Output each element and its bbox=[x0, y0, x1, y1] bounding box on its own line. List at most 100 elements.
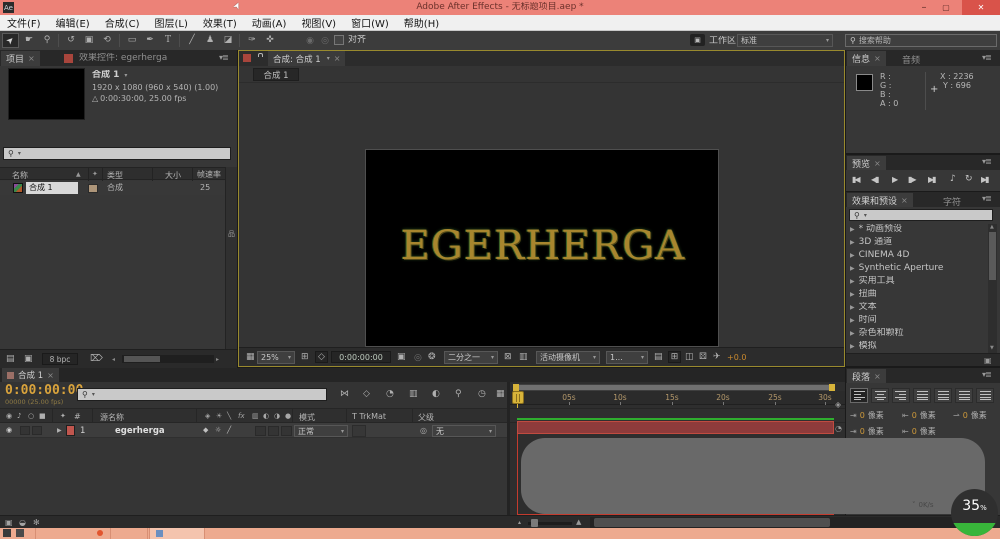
menu-edit[interactable]: 编辑(E) bbox=[56, 15, 90, 30]
parent-pickwhip-icon[interactable]: ◎ bbox=[420, 426, 427, 435]
panel-menu-icon[interactable]: ▾≣ bbox=[982, 194, 992, 203]
layer-color-swatch[interactable] bbox=[66, 425, 75, 436]
column-parent[interactable]: 父级 bbox=[418, 412, 434, 423]
primary-viewer-icon[interactable]: ⊞ bbox=[668, 351, 681, 363]
layer-eye-icon[interactable]: ◉ bbox=[6, 426, 12, 434]
list-item[interactable]: ▶ 扭曲 bbox=[846, 289, 877, 300]
layer-fx-icon[interactable]: ☼ bbox=[215, 426, 221, 434]
camera-dropdown[interactable]: 活动摄像机 ▾ bbox=[536, 351, 600, 364]
camera-tool-icon[interactable]: ▣ bbox=[81, 33, 97, 48]
row-name-cell[interactable]: 合成 1 bbox=[26, 182, 78, 194]
expand-icon[interactable]: ▶ bbox=[850, 330, 855, 337]
layer-stroke-icon[interactable]: ╱ bbox=[227, 426, 231, 434]
close-icon[interactable]: × bbox=[334, 54, 341, 63]
comp-timecode[interactable]: 0:00:00:00 bbox=[331, 351, 391, 363]
view-layout-icon[interactable]: ◫ bbox=[685, 353, 694, 362]
column-size[interactable]: 大小 bbox=[165, 170, 181, 181]
menu-layer[interactable]: 图层(L) bbox=[154, 15, 187, 30]
shield-icon[interactable]: ◈ bbox=[835, 400, 841, 409]
zoom-slider-thumb[interactable] bbox=[531, 519, 538, 527]
space-after-field[interactable]: ⇤ 0 像素 bbox=[902, 426, 936, 437]
scroll-down-icon[interactable]: ▼ bbox=[990, 345, 994, 351]
project-row-comp1[interactable]: 合成 1 合成 25 bbox=[0, 181, 225, 195]
panel-menu-icon[interactable]: ▾≣ bbox=[219, 53, 229, 62]
tab-timeline-comp1[interactable]: 合成 1 × bbox=[2, 368, 59, 382]
region-of-interest-icon[interactable]: ⊠ bbox=[504, 353, 512, 362]
menu-composition[interactable]: 合成(C) bbox=[105, 15, 140, 30]
expand-icon[interactable]: ▶ bbox=[850, 226, 855, 233]
menu-effect[interactable]: 效果(T) bbox=[203, 15, 237, 30]
layer-switch-box[interactable] bbox=[255, 426, 266, 436]
pen-tool-icon[interactable]: ✒ bbox=[142, 33, 158, 48]
selection-tool-icon[interactable]: ➤ bbox=[2, 33, 19, 48]
justify-last-right-button[interactable] bbox=[955, 388, 973, 403]
rotation-tool-icon[interactable]: ↺ bbox=[63, 33, 79, 48]
puppet-pin-tool-icon[interactable]: ✜ bbox=[262, 33, 278, 48]
chevron-down-icon[interactable]: ▾ bbox=[327, 55, 330, 62]
layer-switch-box[interactable] bbox=[281, 426, 292, 436]
zoom-in-icon[interactable]: ▲ bbox=[576, 518, 581, 526]
blend-mode-dropdown[interactable]: 正常 ▾ bbox=[294, 425, 348, 437]
project-search-input[interactable]: ⚲ ▾ bbox=[3, 147, 231, 160]
list-item[interactable]: ▶ 杂色和颗粒 bbox=[846, 328, 904, 339]
menu-help[interactable]: 帮助(H) bbox=[404, 15, 439, 30]
toggle-graph-icon[interactable]: ✻ bbox=[33, 518, 40, 527]
label-color-swatch[interactable] bbox=[88, 184, 98, 193]
menu-window[interactable]: 窗口(W) bbox=[351, 15, 389, 30]
channels-icon[interactable]: ❂ bbox=[428, 353, 436, 362]
view-layout-dropdown[interactable]: 1... ▾ bbox=[606, 351, 648, 364]
pan-behind-tool-icon[interactable]: ⟲ bbox=[99, 33, 115, 48]
column-framerate[interactable]: 帧速率 bbox=[197, 170, 223, 180]
close-icon[interactable]: × bbox=[874, 54, 881, 63]
exposure-value[interactable]: +0.0 bbox=[727, 353, 746, 363]
auto-keyframe-icon[interactable]: ⚲ bbox=[455, 390, 462, 399]
audio-button[interactable]: ♪ bbox=[950, 174, 956, 184]
column-trkmat[interactable]: T TrkMat bbox=[352, 412, 386, 421]
menu-animation[interactable]: 动画(A) bbox=[252, 15, 287, 30]
layer-expand-icon[interactable]: ▶ bbox=[57, 427, 62, 434]
workspace-badge-icon[interactable]: ▣ bbox=[690, 34, 705, 46]
snapshot-icon[interactable]: ▣ bbox=[397, 353, 406, 362]
column-mode[interactable]: 模式 bbox=[299, 412, 315, 423]
expand-icon[interactable]: ▶ bbox=[850, 304, 855, 311]
clone-stamp-tool-icon[interactable]: ♟ bbox=[202, 33, 218, 48]
fast-preview-icon[interactable]: ✈ bbox=[713, 353, 721, 362]
motion-blur-icon[interactable]: ◐ bbox=[432, 390, 440, 399]
tab-character[interactable]: 字符 bbox=[943, 195, 961, 208]
close-icon[interactable]: × bbox=[874, 372, 881, 381]
bit-depth-button[interactable]: 8 bpc bbox=[42, 353, 78, 365]
layer-duration-bar[interactable] bbox=[517, 421, 834, 434]
new-preset-icon[interactable]: ▣ bbox=[984, 356, 992, 365]
indent-right-field[interactable]: ⇤ 0 像素 bbox=[902, 410, 936, 421]
mask-visibility-icon[interactable]: ◇ bbox=[315, 351, 328, 363]
column-name[interactable]: 名称 bbox=[12, 170, 28, 181]
shy-layers-icon[interactable]: ◔ bbox=[386, 390, 394, 399]
layer-name[interactable]: egerherga bbox=[115, 426, 165, 436]
trash-icon[interactable]: ⌦ bbox=[90, 355, 103, 364]
magnification-dropdown[interactable]: 25% ▾ bbox=[257, 351, 295, 364]
shape-tool-icon[interactable]: ▭ bbox=[124, 33, 140, 48]
column-type[interactable]: 类型 bbox=[107, 170, 123, 181]
expand-icon[interactable]: ▶ bbox=[850, 252, 855, 259]
align-center-button[interactable] bbox=[871, 388, 889, 403]
taskbar-start-icon[interactable] bbox=[3, 529, 11, 537]
close-icon[interactable]: × bbox=[47, 371, 54, 380]
tab-info[interactable]: 信息 × bbox=[847, 51, 886, 66]
play-button[interactable]: ▶ bbox=[892, 175, 898, 184]
first-frame-button[interactable]: ▮◀ bbox=[852, 175, 860, 184]
roi-icon[interactable]: ▦ bbox=[246, 353, 255, 362]
tab-effect-controls[interactable]: 效果控件: egerherga bbox=[79, 53, 214, 64]
ram-preview-button[interactable]: ▶▮ bbox=[981, 175, 989, 184]
work-area-bar[interactable] bbox=[513, 384, 835, 391]
next-frame-button[interactable]: ▮▶ bbox=[908, 175, 916, 184]
list-item[interactable]: ▶ 时间 bbox=[846, 315, 877, 326]
list-item[interactable]: ▶ 文本 bbox=[846, 302, 877, 313]
effects-search-input[interactable]: ⚲ ▾ bbox=[849, 209, 993, 221]
tab-comp-viewer[interactable]: 合成: 合成 1 ▾ × bbox=[268, 51, 346, 66]
taskbar-app-icon[interactable] bbox=[16, 529, 24, 537]
expand-icon[interactable]: ▶ bbox=[850, 265, 855, 272]
layer-switch-box[interactable] bbox=[268, 426, 279, 436]
close-button[interactable]: ✕ bbox=[962, 0, 1000, 15]
h-scrollbar-thumb[interactable] bbox=[124, 356, 160, 362]
brainstorm-icon[interactable]: ▦ bbox=[496, 390, 505, 399]
